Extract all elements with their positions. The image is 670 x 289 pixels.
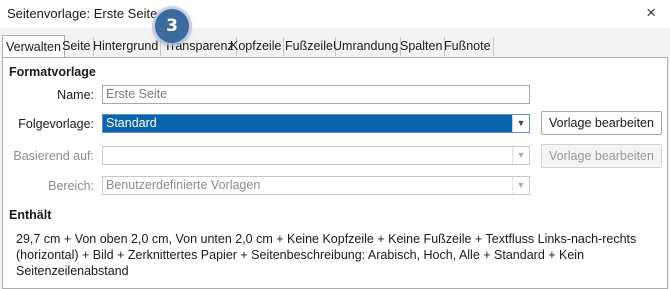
category-select[interactable]: Benutzerdefinierte Vorlagen ▼ [102,176,530,195]
close-icon[interactable]: × [646,3,656,23]
title-bar: Seitenvorlage: Erste Seite × [0,0,670,28]
tab-bar: Verwalten Seite Hintergrund Transparenz … [2,35,668,58]
tab-hintergrund[interactable]: Hintergrund [91,37,162,56]
edit-based-style-button: Vorlage bearbeiten [541,144,662,168]
tab-fussnote[interactable]: Fußnote [442,37,494,56]
category-value: Benutzerdefinierte Vorlagen [106,178,261,192]
name-label: Name: [57,88,94,102]
next-style-label: Folgevorlage: [18,117,94,131]
tab-spalten[interactable]: Spalten [398,37,446,56]
chevron-down-icon[interactable]: ▼ [512,115,529,132]
next-style-select[interactable]: Standard ▼ [102,114,530,133]
name-field[interactable]: Erste Seite [102,85,530,104]
formatvorlage-heading: Formatvorlage [9,65,96,79]
based-on-label: Basierend auf: [13,149,94,163]
step-badge: 3 [155,9,189,43]
tab-verwalten[interactable]: Verwalten [2,35,65,58]
contains-heading: Enthält [9,208,52,222]
next-style-value: Standard [106,116,157,130]
contains-description: 29,7 cm + Von oben 2,0 cm, Von unten 2,0… [16,232,637,278]
chevron-down-icon: ▼ [512,177,529,194]
chevron-down-icon: ▼ [512,147,529,164]
tab-umrandung[interactable]: Umrandung [331,37,402,56]
tab-fusszeile[interactable]: Fußzeile [283,37,336,56]
category-label: Bereich: [48,179,94,193]
edit-style-button[interactable]: Vorlage bearbeiten [541,111,662,135]
window-title: Seitenvorlage: Erste Seite [7,6,158,21]
based-on-select[interactable]: ▼ [102,146,530,165]
tab-seite[interactable]: Seite [60,37,94,56]
tab-kopfzeile[interactable]: Kopfzeile [228,37,285,56]
